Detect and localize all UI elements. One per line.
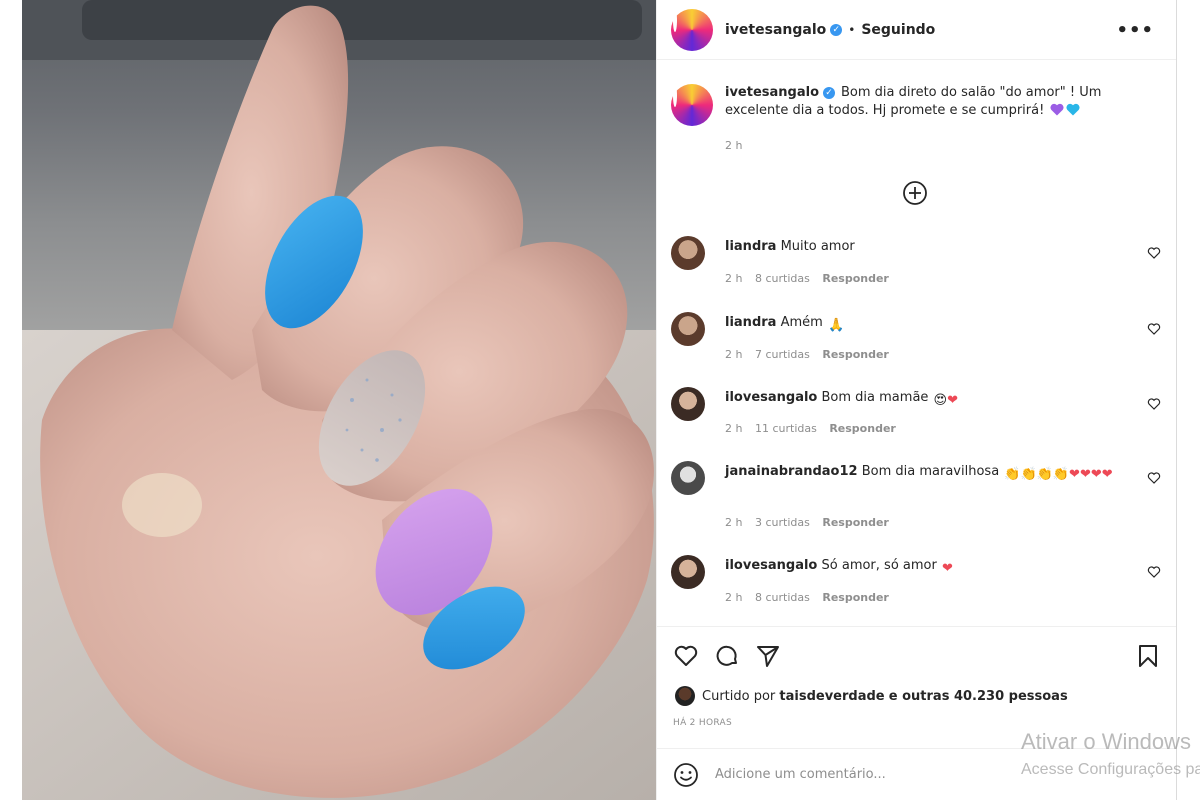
comment-heart-icon[interactable] [1147, 246, 1161, 260]
comment-username[interactable]: janainabrandao12 [725, 464, 858, 479]
purple-heart-icon [1050, 103, 1064, 116]
comment-body: liandra Amém 🙏 [725, 314, 1125, 335]
plus-circle-icon[interactable] [902, 180, 928, 206]
comment-likes[interactable]: 8 curtidas [755, 272, 810, 285]
comment-time: 2 h [725, 272, 743, 285]
comment-heart-icon[interactable] [1147, 322, 1161, 336]
following-button[interactable]: Seguindo [861, 22, 935, 38]
comment-text: Bom dia mamãe [821, 390, 929, 405]
hand-illustration [22, 0, 656, 800]
commenter-avatar[interactable] [671, 555, 705, 589]
reply-button[interactable]: Responder [822, 272, 889, 285]
caption-time: 2 h [725, 139, 743, 152]
post-header: ivetesangalo ✓ • Seguindo ••• [657, 0, 1176, 60]
comment-text: Muito amor [780, 239, 855, 254]
comment-text: Só amor, só amor [821, 558, 937, 573]
reply-button[interactable]: Responder [822, 348, 889, 361]
comment-likes[interactable]: 3 curtidas [755, 516, 810, 529]
comment-time: 2 h [725, 516, 743, 529]
comment-text: Bom dia maravilhosa [861, 464, 1000, 479]
smile-icon[interactable] [673, 762, 699, 788]
comment-emoji: ❤ [941, 561, 953, 576]
comment-body: ilovesangalo Bom dia mamãe 😍❤ [725, 389, 1125, 410]
commenter-avatar[interactable] [671, 312, 705, 346]
bookmark-icon[interactable] [1135, 643, 1161, 669]
comment-emoji: 😍❤ [933, 393, 959, 408]
reply-button[interactable]: Responder [822, 591, 889, 604]
comment-body: ilovesangalo Só amor, só amor ❤ [725, 557, 1125, 578]
comment-heart-icon[interactable] [1147, 471, 1161, 485]
commenter-avatar[interactable] [671, 236, 705, 270]
more-options-icon[interactable]: ••• [1116, 20, 1154, 41]
liker-avatar[interactable] [675, 686, 695, 706]
cyan-heart-icon [1066, 103, 1080, 116]
comment-time: 2 h [725, 591, 743, 604]
separator-dot: • [848, 22, 856, 37]
add-comment-bar [657, 748, 1176, 800]
comment-username[interactable]: ilovesangalo [725, 390, 817, 405]
comment-time: 2 h [725, 348, 743, 361]
comment-text: Amém [780, 315, 823, 330]
comment-username[interactable]: ilovesangalo [725, 558, 817, 573]
post-caption: ivetesangalo ✓ Bom dia direto do salão "do… [671, 84, 1161, 126]
caption-avatar[interactable] [671, 84, 713, 126]
caption-text: ivetesangalo ✓ Bom dia direto do salão "do… [725, 84, 1155, 126]
post-photo[interactable] [22, 0, 656, 800]
send-icon[interactable] [755, 643, 781, 669]
likes-prefix: Curtido por [702, 688, 776, 704]
verified-badge-icon: ✓ [830, 23, 843, 36]
author-username[interactable]: ivetesangalo [725, 22, 826, 38]
comment-username[interactable]: liandra [725, 315, 776, 330]
likes-count[interactable]: e outras 40.230 pessoas [889, 689, 1068, 704]
comment-icon[interactable] [714, 643, 740, 669]
comment-meta: 2 h 7 curtidas Responder [725, 348, 898, 361]
comment-likes[interactable]: 11 curtidas [755, 422, 817, 435]
comment-input[interactable] [715, 767, 1015, 782]
likes-summary: Curtido por taisdeverdade e outras 40.23… [675, 686, 1068, 706]
commenter-avatar[interactable] [671, 387, 705, 421]
post-timestamp: HÁ 2 HORAS [673, 718, 732, 728]
comment-meta: 2 h 3 curtidas Responder [725, 516, 898, 529]
comment-meta: 2 h 11 curtidas Responder [725, 422, 905, 435]
comment-heart-icon[interactable] [1147, 565, 1161, 579]
post-side-panel: ivetesangalo ✓ • Seguindo ••• ivetesanga… [656, 0, 1177, 800]
comment-body: janainabrandao12 Bom dia maravilhosa 👏👏👏… [725, 463, 1145, 484]
liker-username[interactable]: taisdeverdade [779, 689, 884, 704]
caption-username[interactable]: ivetesangalo [725, 85, 819, 100]
comment-body: liandra Muito amor [725, 238, 1125, 256]
comment-heart-icon[interactable] [1147, 397, 1161, 411]
author-avatar[interactable] [671, 8, 713, 51]
comment-time: 2 h [725, 422, 743, 435]
comment-likes[interactable]: 7 curtidas [755, 348, 810, 361]
comment-likes[interactable]: 8 curtidas [755, 591, 810, 604]
comment-emoji: 👏👏👏👏❤❤❤❤ [1004, 467, 1113, 482]
comment-meta: 2 h 8 curtidas Responder [725, 591, 898, 604]
comment-emoji: 🙏 [827, 318, 845, 333]
comment-username[interactable]: liandra [725, 239, 776, 254]
comment-meta: 2 h 8 curtidas Responder [725, 272, 898, 285]
reply-button[interactable]: Responder [829, 422, 896, 435]
post-actions [657, 626, 1176, 682]
heart-icon[interactable] [673, 643, 699, 669]
commenter-avatar[interactable] [671, 461, 705, 495]
reply-button[interactable]: Responder [822, 516, 889, 529]
verified-badge-icon: ✓ [823, 87, 836, 99]
